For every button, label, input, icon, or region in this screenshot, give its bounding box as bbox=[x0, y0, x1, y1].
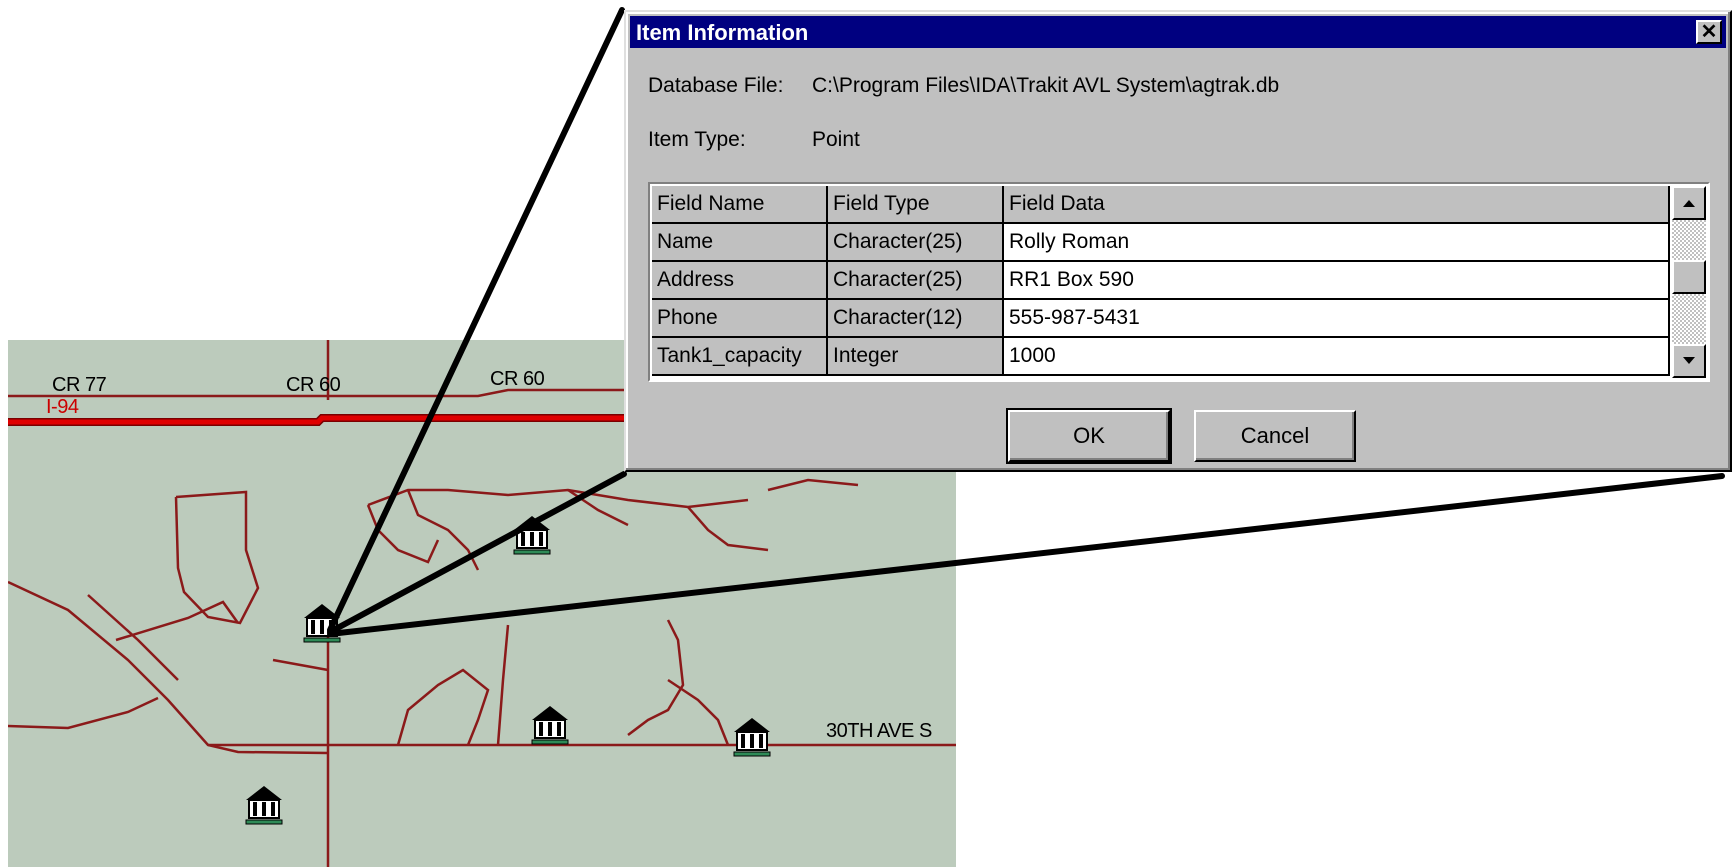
item-information-dialog: Item Information ✕ Database File: C:\Pro… bbox=[624, 10, 1732, 472]
column-header-field-name[interactable]: Field Name bbox=[652, 186, 828, 224]
column-header-field-data[interactable]: Field Data bbox=[1004, 186, 1670, 224]
road-label-cr60-a: CR 60 bbox=[286, 374, 341, 396]
table-row: Phone Character(12) 555-987-5431 bbox=[652, 300, 1670, 338]
field-name-cell[interactable]: Address bbox=[652, 262, 828, 300]
field-type-cell[interactable]: Character(25) bbox=[828, 262, 1004, 300]
farm-building-icon[interactable] bbox=[300, 600, 344, 644]
road-label-i94: I-94 bbox=[46, 396, 79, 418]
grid-header-row: Field Name Field Type Field Data bbox=[652, 186, 1670, 224]
farm-building-icon[interactable] bbox=[730, 714, 774, 758]
table-row: Address Character(25) RR1 Box 590 bbox=[652, 262, 1670, 300]
table-row: Name Character(25) Rolly Roman bbox=[652, 224, 1670, 262]
arrow-down-icon bbox=[1683, 357, 1695, 364]
scroll-up-button[interactable] bbox=[1672, 186, 1706, 220]
dialog-title: Item Information bbox=[636, 20, 809, 45]
field-data-cell[interactable]: RR1 Box 590 bbox=[1004, 262, 1670, 300]
road-label-cr77: CR 77 bbox=[52, 374, 107, 396]
field-name-cell[interactable]: Phone bbox=[652, 300, 828, 338]
field-data-cell[interactable]: 1000 bbox=[1004, 338, 1670, 376]
dialog-title-bar[interactable]: Item Information ✕ bbox=[630, 16, 1726, 48]
vertical-scrollbar[interactable] bbox=[1672, 186, 1706, 378]
item-type-value: Point bbox=[812, 128, 860, 151]
item-type-label: Item Type: bbox=[648, 128, 746, 151]
scroll-down-button[interactable] bbox=[1672, 344, 1706, 378]
cancel-button[interactable]: Cancel bbox=[1194, 410, 1356, 462]
ok-button[interactable]: OK bbox=[1006, 408, 1172, 464]
field-name-cell[interactable]: Name bbox=[652, 224, 828, 262]
field-data-cell[interactable]: Rolly Roman bbox=[1004, 224, 1670, 262]
field-name-cell[interactable]: Tank1_capacity bbox=[652, 338, 828, 376]
field-data-cell[interactable]: 555-987-5431 bbox=[1004, 300, 1670, 338]
database-file-value: C:\Program Files\IDA\Trakit AVL System\a… bbox=[812, 74, 1280, 97]
close-icon: ✕ bbox=[1700, 21, 1718, 43]
scrollbar-thumb[interactable] bbox=[1672, 260, 1706, 294]
road-label-30th-ave-s: 30TH AVE S bbox=[826, 720, 932, 742]
arrow-up-icon bbox=[1683, 200, 1695, 207]
road-label-cr60-b: CR 60 bbox=[490, 368, 545, 390]
farm-building-icon[interactable] bbox=[510, 512, 554, 556]
field-type-cell[interactable]: Character(25) bbox=[828, 224, 1004, 262]
table-row: Tank1_capacity Integer 1000 bbox=[652, 338, 1670, 376]
field-type-cell[interactable]: Integer bbox=[828, 338, 1004, 376]
farm-building-icon[interactable] bbox=[528, 702, 572, 746]
column-header-field-type[interactable]: Field Type bbox=[828, 186, 1004, 224]
database-file-label: Database File: bbox=[648, 74, 784, 97]
close-button[interactable]: ✕ bbox=[1696, 20, 1722, 44]
field-type-cell[interactable]: Character(12) bbox=[828, 300, 1004, 338]
field-grid[interactable]: Field Name Field Type Field Data Name Ch… bbox=[648, 182, 1710, 382]
farm-building-icon[interactable] bbox=[242, 782, 286, 826]
